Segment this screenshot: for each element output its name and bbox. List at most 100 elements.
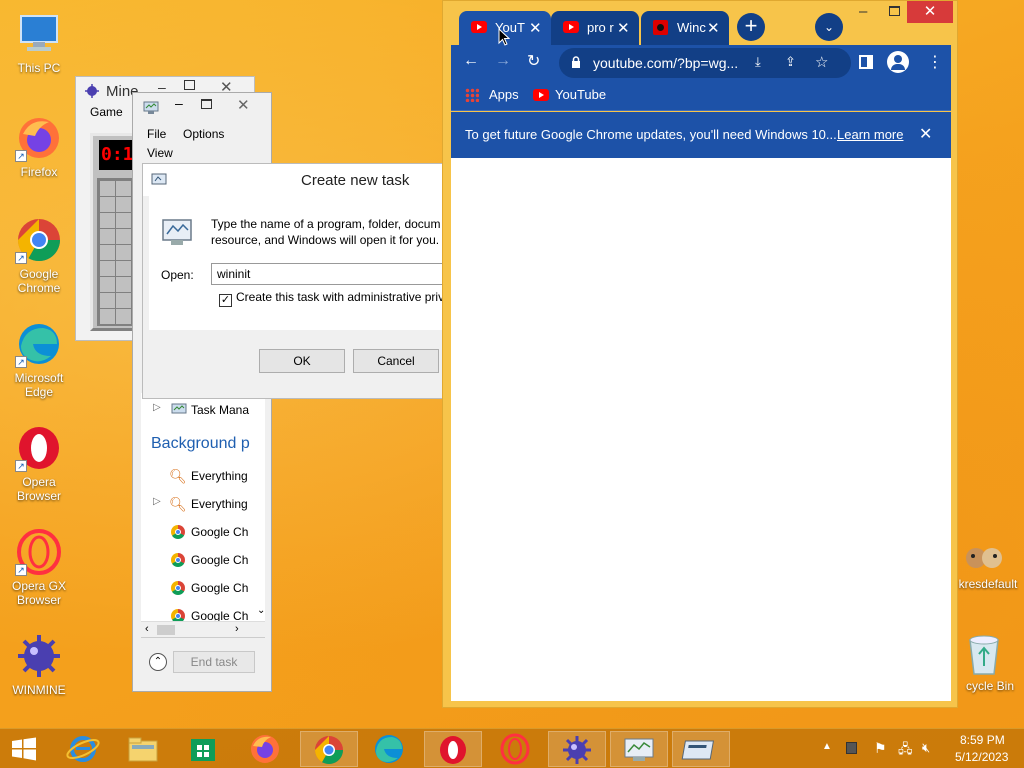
minimize-icon[interactable]: – — [175, 95, 183, 111]
open-input[interactable] — [211, 263, 443, 285]
taskbar-chrome[interactable] — [300, 731, 358, 767]
desktop-icon-microsoft-edge[interactable]: ↗ Microsoft Edge — [1, 320, 77, 399]
process-row[interactable]: 🔍︎ Everything — [141, 465, 265, 487]
scroll-left-icon[interactable]: ‹ — [145, 623, 149, 635]
menu-options[interactable]: Options — [183, 127, 224, 141]
task-manager-footer-divider — [141, 637, 265, 638]
dialog-titlebar[interactable]: Create new task — [143, 164, 443, 196]
desktop-icon-opera-gx[interactable]: ↗ Opera GX Browser — [1, 528, 77, 607]
network-icon[interactable]: 🖧︎ — [898, 740, 913, 762]
menu-game[interactable]: Game — [90, 105, 123, 119]
scroll-right-icon[interactable]: › — [235, 623, 239, 635]
process-name: Everything — [191, 497, 248, 511]
desktop-icon-winmine[interactable]: WINMINE — [1, 632, 77, 697]
install-app-icon[interactable]: ⤓ — [755, 54, 761, 70]
clock-time[interactable]: 8:59 PM — [960, 733, 1005, 747]
close-icon[interactable]: ✕ — [919, 124, 932, 144]
tab-close-icon[interactable]: ✕ — [707, 19, 720, 37]
process-row[interactable]: ▷ 🔍︎ Everything — [141, 493, 265, 515]
maximize-icon[interactable] — [184, 80, 195, 90]
taskbar-run-dialog[interactable] — [672, 731, 730, 767]
tab-windows[interactable]: Winc ✕ — [641, 11, 729, 45]
taskbar-minesweeper[interactable] — [548, 731, 606, 767]
process-row[interactable]: ▷ Task Mana — [141, 399, 265, 421]
forward-arrow-icon[interactable]: → — [495, 52, 511, 70]
side-panel-icon[interactable] — [859, 55, 873, 69]
create-new-task-dialog[interactable]: Create new task Type the name of a progr… — [142, 163, 444, 399]
expand-chevron-icon[interactable]: ▷ — [153, 402, 161, 413]
desktop-icon-firefox[interactable]: ↗ Firefox — [1, 114, 77, 179]
ok-button[interactable]: OK — [259, 349, 345, 373]
end-task-button[interactable]: End task — [173, 651, 255, 673]
search-magnifier-icon: 🔍︎ — [169, 496, 187, 512]
process-name: Google Ch — [191, 553, 249, 567]
admin-checkbox-row[interactable]: ✓ Create this task with administrative pr… — [219, 290, 443, 307]
chrome-window[interactable]: YouT ✕ pro r ✕ Winc ✕ + ⌄ – ✕ ← → ↻ yout… — [442, 0, 958, 708]
omnibox[interactable]: youtube.com/?bp=wg... ⤓ ⇪ ☆ — [559, 48, 851, 78]
reload-icon[interactable]: ↻ — [527, 51, 540, 71]
minimize-icon[interactable]: – — [859, 3, 867, 20]
taskbar-opera-gx[interactable] — [488, 731, 542, 767]
bookmark-star-icon[interactable]: ☆ — [815, 53, 828, 71]
page-content[interactable] — [451, 158, 951, 701]
admin-checkbox[interactable]: ✓ — [219, 294, 232, 307]
dialog-description: Type the name of a program, folder, docu… — [211, 216, 440, 248]
more-menu-icon[interactable]: ⋮ — [927, 52, 943, 72]
action-center-flag-icon[interactable]: ⚑ — [874, 740, 887, 757]
process-row[interactable]: Google Ch — [141, 605, 265, 621]
close-icon[interactable]: ✕ — [907, 1, 953, 23]
profile-avatar[interactable] — [887, 51, 909, 73]
dialog-content: Type the name of a program, folder, docu… — [149, 196, 443, 330]
url-text[interactable]: youtube.com/?bp=wg... — [593, 55, 738, 71]
process-row[interactable]: Google Ch — [141, 521, 265, 543]
fewer-details-chevron-icon[interactable]: ⌃ — [149, 653, 167, 671]
bookmarks-bar: Apps YouTube — [451, 81, 951, 111]
expand-chevron-icon[interactable]: ▷ — [153, 496, 161, 507]
back-arrow-icon[interactable]: ← — [463, 52, 479, 70]
taskbar-opera[interactable] — [424, 731, 482, 767]
scroll-thumb[interactable] — [157, 625, 175, 635]
process-row[interactable]: Google Ch — [141, 549, 265, 571]
learn-more-link[interactable]: Learn more — [837, 127, 903, 142]
desktop-icon-opera[interactable]: ↗ Opera Browser — [1, 424, 77, 503]
volume-muted-icon[interactable]: 🔇︎ — [922, 740, 930, 756]
show-hidden-icons-chevron-icon[interactable]: ▲ — [822, 741, 832, 752]
taskbar-internet-explorer[interactable] — [56, 731, 110, 767]
edge-icon: ↗ — [15, 320, 63, 368]
menu-view[interactable]: View — [147, 146, 173, 160]
taskbar-firefox[interactable] — [238, 731, 292, 767]
chrome-icon — [171, 609, 185, 621]
process-row[interactable]: Google Ch — [141, 577, 265, 599]
clock-date[interactable]: 5/12/2023 — [955, 750, 1008, 764]
maximize-icon[interactable] — [201, 99, 212, 109]
scroll-down-arrow-icon[interactable]: ⌄ — [257, 605, 265, 616]
taskbar-edge[interactable] — [362, 731, 416, 767]
tab-close-icon[interactable]: ✕ — [529, 19, 542, 37]
task-manager-titlebar[interactable]: – ✕ — [133, 93, 271, 119]
taskbar-task-manager[interactable] — [610, 731, 668, 767]
shortcut-arrow-icon: ↗ — [15, 356, 27, 368]
horizontal-scrollbar[interactable]: ‹ › — [141, 621, 265, 637]
tray-square-icon[interactable] — [846, 742, 857, 754]
mine-icon — [84, 83, 100, 99]
bookmark-youtube[interactable]: YouTube — [555, 87, 606, 102]
start-button[interactable] — [0, 731, 48, 767]
bookmark-apps[interactable]: Apps — [489, 87, 519, 102]
taskbar-file-explorer[interactable] — [116, 731, 170, 767]
share-icon[interactable]: ⇪ — [785, 54, 796, 70]
tab-search-button[interactable]: ⌄ — [815, 13, 843, 41]
menu-file[interactable]: File — [147, 127, 166, 141]
tab-label: Winc — [677, 20, 706, 35]
tab-close-icon[interactable]: ✕ — [617, 19, 630, 37]
desktop-icon-google-chrome[interactable]: ↗ Google Chrome — [1, 216, 77, 295]
tab-pro[interactable]: pro r ✕ — [551, 11, 639, 45]
close-icon[interactable]: ✕ — [237, 96, 250, 114]
cancel-button[interactable]: Cancel — [353, 349, 439, 373]
taskbar-store[interactable] — [176, 731, 230, 767]
desktop-icon-label: Opera GX Browser — [11, 579, 67, 607]
desktop-icon-this-pc[interactable]: This PC — [1, 10, 77, 75]
new-tab-button[interactable]: + — [737, 13, 765, 41]
process-name: Google Ch — [191, 609, 249, 621]
maximize-icon[interactable] — [889, 6, 900, 16]
apps-grid-icon[interactable] — [465, 88, 479, 102]
